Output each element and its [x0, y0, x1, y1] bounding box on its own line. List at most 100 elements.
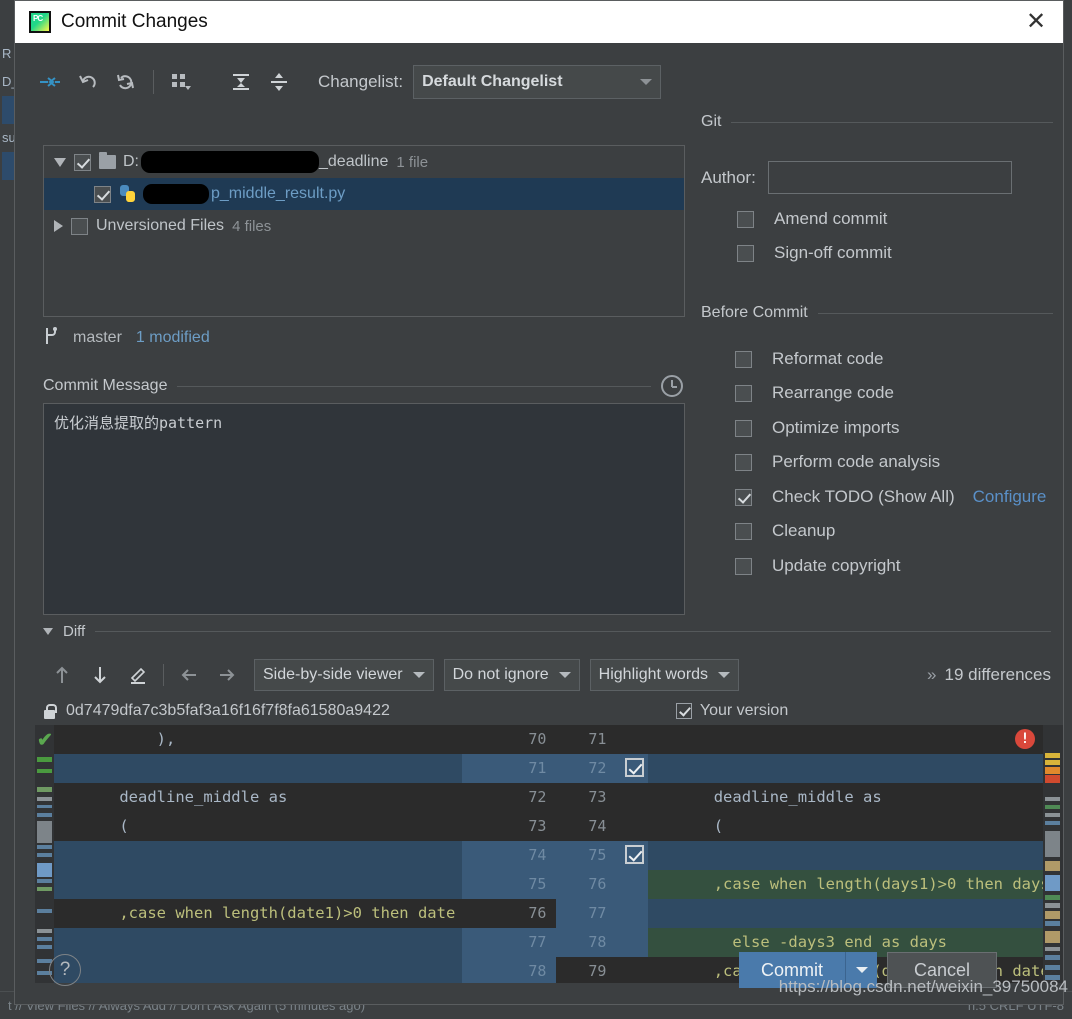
diff-line: deadline_middle as: [648, 783, 1043, 812]
collapse-all-icon[interactable]: [260, 65, 298, 99]
expand-all-icon[interactable]: [222, 65, 260, 99]
update-copyright-label: Update copyright: [772, 556, 901, 576]
check-todo-row[interactable]: Check TODO (Show All) Configure: [735, 487, 1046, 507]
author-field[interactable]: [768, 161, 1012, 194]
commit-message-header: Commit Message: [43, 375, 683, 397]
optimize-imports-label: Optimize imports: [772, 418, 900, 438]
diff-line: s, app_: [648, 841, 1043, 870]
optimize-imports-row[interactable]: Optimize imports: [735, 418, 900, 438]
perform-code-analysis-checkbox[interactable]: [735, 454, 752, 471]
changelist-label: Changelist:: [318, 72, 403, 92]
tree-row-changelist-folder[interactable]: D: _deadline 1 file: [44, 146, 684, 178]
watermark-text: https://blog.csdn.net/weixin_39750084: [779, 977, 1068, 997]
line-number-right: 77: [556, 899, 648, 928]
previous-difference-icon[interactable]: [43, 659, 81, 691]
chevron-down-icon[interactable]: [43, 628, 53, 635]
apply-left-icon[interactable]: [170, 659, 208, 691]
optimize-imports-checkbox[interactable]: [735, 420, 752, 437]
cleanup-row[interactable]: Cleanup: [735, 521, 835, 541]
tree-row-file[interactable]: p_middle_result.py: [44, 178, 684, 210]
diff-line: [54, 754, 462, 783]
line-number-right: 71: [556, 725, 648, 754]
branch-status-row: master 1 modified: [43, 325, 210, 351]
line-number-right: 72: [556, 754, 648, 783]
diff-section-header[interactable]: Diff: [43, 623, 1051, 640]
redacted-path: [141, 151, 319, 173]
tree-checkbox[interactable]: [74, 154, 91, 171]
changelist-dropdown[interactable]: Default Changelist: [413, 65, 661, 99]
toolbar-separator: [153, 70, 154, 94]
amend-commit-checkbox[interactable]: [737, 211, 754, 228]
git-section-title: Git: [701, 113, 721, 131]
expand-toolbar-icon[interactable]: »: [927, 665, 936, 685]
tree-row-path-suffix: _deadline: [319, 153, 388, 171]
next-difference-icon[interactable]: [81, 659, 119, 691]
tree-row-unversioned[interactable]: Unversioned Files 4 files: [44, 210, 684, 242]
clock-history-icon[interactable]: [661, 375, 683, 397]
amend-commit-checkbox-row[interactable]: Amend commit: [737, 209, 887, 229]
line-number-left: 74: [462, 841, 556, 870]
line-number-right: 75: [556, 841, 648, 870]
update-copyright-checkbox[interactable]: [735, 558, 752, 575]
help-button[interactable]: ?: [49, 954, 81, 986]
line-number-left: 71: [462, 754, 556, 783]
before-commit-section-header: Before Commit: [701, 304, 1053, 322]
reformat-code-checkbox[interactable]: [735, 351, 752, 368]
accept-change-checkbox[interactable]: [625, 758, 644, 777]
diff-line: else days2 end as days: [54, 870, 462, 899]
changes-toolbar: Changelist: Default Changelist: [31, 61, 1047, 103]
revert-icon[interactable]: [69, 65, 107, 99]
rearrange-code-row[interactable]: Rearrange code: [735, 383, 894, 403]
close-icon[interactable]: ✕: [1019, 5, 1053, 39]
tree-checkbox[interactable]: [94, 186, 111, 203]
dialog-title-bar: PC Commit Changes ✕: [15, 1, 1063, 43]
toolbar-separator: [163, 664, 164, 686]
cleanup-checkbox[interactable]: [735, 523, 752, 540]
signoff-commit-checkbox-row[interactable]: Sign-off commit: [737, 243, 892, 263]
diff-line: deadline_middle as: [54, 783, 462, 812]
perform-code-analysis-row[interactable]: Perform code analysis: [735, 452, 940, 472]
folder-icon: [99, 155, 116, 169]
configure-todo-link[interactable]: Configure: [973, 487, 1047, 507]
your-version-checkbox[interactable]: [676, 703, 692, 719]
rearrange-code-checkbox[interactable]: [735, 385, 752, 402]
diff-line: (: [648, 812, 1043, 841]
apply-right-icon[interactable]: [208, 659, 246, 691]
left-revision-hash: 0d7479dfa7c3b5faf3a16f16f7f8fa61580a9422: [66, 702, 390, 720]
chevron-down-icon: [718, 672, 730, 678]
collapse-to-selection-icon[interactable]: [31, 65, 69, 99]
ignore-mode-dropdown[interactable]: Do not ignore: [444, 659, 580, 691]
refresh-icon[interactable]: [107, 65, 145, 99]
chevron-down-icon: [856, 967, 868, 973]
viewer-mode-dropdown[interactable]: Side-by-side viewer: [254, 659, 434, 691]
branch-icon: [43, 326, 59, 351]
author-label: Author:: [701, 168, 756, 188]
tree-checkbox[interactable]: [71, 218, 88, 235]
signoff-commit-checkbox[interactable]: [737, 245, 754, 262]
lock-icon: [43, 704, 56, 719]
perform-code-analysis-label: Perform code analysis: [772, 452, 940, 472]
chevron-down-icon: [640, 79, 652, 85]
reformat-code-row[interactable]: Reformat code: [735, 349, 884, 369]
amend-commit-label: Amend commit: [774, 209, 887, 229]
tree-row-path-prefix: D:: [123, 153, 139, 171]
edit-source-icon[interactable]: [119, 659, 157, 691]
check-todo-checkbox[interactable]: [735, 489, 752, 506]
diff-line: (: [54, 812, 462, 841]
dialog-body: Changelist: Default Changelist D: _deadl…: [15, 43, 1063, 1004]
chevron-right-icon[interactable]: [54, 220, 63, 232]
chevron-down-icon[interactable]: [54, 158, 66, 167]
changes-tree[interactable]: D: _deadline 1 file p_middle_result.py U…: [43, 145, 685, 317]
divider: [177, 386, 651, 387]
python-file-icon: [119, 185, 137, 203]
accept-change-checkbox[interactable]: [625, 845, 644, 864]
group-by-icon[interactable]: [162, 65, 200, 99]
modified-count[interactable]: 1 modified: [136, 329, 210, 347]
commit-message-input[interactable]: 优化消息提取的pattern: [43, 403, 685, 615]
error-icon[interactable]: !: [1015, 729, 1035, 749]
update-copyright-row[interactable]: Update copyright: [735, 556, 901, 576]
line-number-left: 70: [462, 725, 556, 754]
reformat-code-label: Reformat code: [772, 349, 884, 369]
highlight-mode-dropdown[interactable]: Highlight words: [590, 659, 739, 691]
differences-summary: » 19 differences: [927, 665, 1051, 685]
